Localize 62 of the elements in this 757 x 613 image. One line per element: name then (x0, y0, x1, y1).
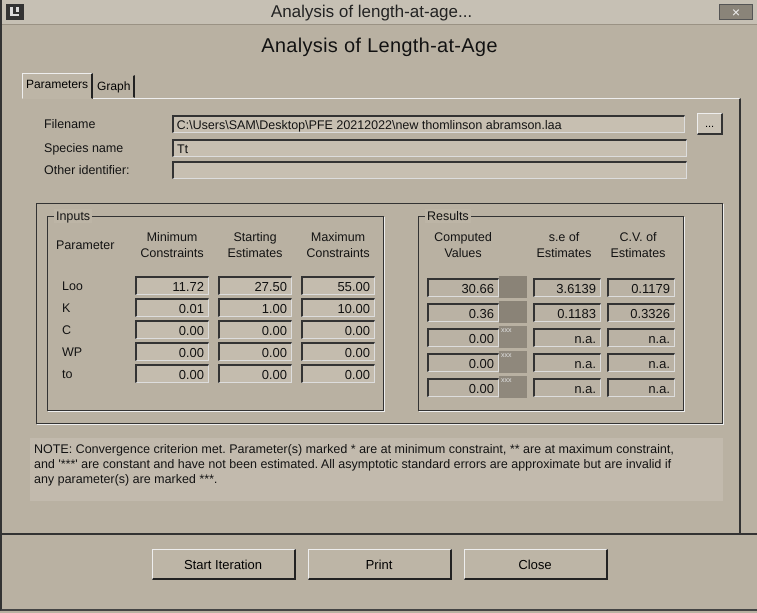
number-field[interactable]: 0.00 (135, 342, 209, 361)
flag-marker (499, 301, 527, 323)
number-field[interactable]: 27.50 (218, 276, 292, 295)
tab[interactable]: Parameters (22, 73, 94, 99)
column-header: Computed Values (433, 229, 493, 261)
text-field[interactable]: Tt (172, 139, 687, 157)
group-title: Results (425, 209, 471, 223)
number-field[interactable]: 1.00 (218, 298, 292, 317)
dialog-button[interactable]: Print (308, 549, 452, 580)
parameter-name: to (61, 366, 74, 380)
tab[interactable]: Graph (93, 75, 136, 98)
parameter-name: K (61, 300, 72, 314)
result-field: 0.00 (427, 378, 499, 396)
number-field[interactable]: 11.72 (135, 276, 209, 295)
number-field[interactable]: 10.00 (301, 298, 375, 317)
parameter-name: WP (61, 344, 84, 358)
result-field: 0.1183 (533, 302, 601, 322)
field-label: Filename (44, 117, 96, 131)
result-field: 0.1179 (607, 278, 675, 296)
column-header: Minimum Constraints (139, 229, 205, 261)
number-field[interactable]: 0.00 (301, 364, 375, 383)
number-field[interactable]: 0.00 (218, 342, 292, 361)
group-title: Inputs (54, 209, 92, 223)
field-label: Species name (44, 141, 124, 155)
app-icon (6, 4, 24, 20)
dialog-button[interactable]: Close (464, 549, 608, 580)
text-field[interactable] (172, 161, 687, 179)
column-header: Parameter (56, 237, 116, 253)
column-header: s.e of Estimates (536, 229, 592, 261)
dialog-heading: Analysis of Length-at-Age (260, 35, 499, 58)
note-text: NOTE: Convergence criterion met. Parameter(s) marked * are at minimum constraint, ** are at maximum constraint, and '***' are constant and have not been estimated. All asymptotic standard errors are approximate but are invalid if any parameter(s) are marked ***. (30, 438, 723, 501)
text-field[interactable]: C:\Users\SAM\Desktop\PFE 20212022\new thomlinson abramson.laa (172, 115, 686, 133)
result-field: n.a. (533, 378, 601, 396)
result-field: 0.3326 (607, 302, 675, 322)
column-header: Maximum Constraints (305, 229, 371, 261)
number-field[interactable]: 0.00 (218, 364, 292, 383)
column-header: Starting Estimates (226, 229, 284, 261)
result-field: n.a. (607, 352, 675, 372)
dialog-button[interactable]: Start Iteration (152, 549, 296, 580)
result-field: n.a. (607, 328, 675, 346)
number-field[interactable]: 0.00 (301, 320, 375, 339)
flag-marker (499, 276, 527, 298)
number-field[interactable]: 0.00 (135, 364, 209, 383)
number-field[interactable]: 0.00 (135, 320, 209, 339)
result-field: 0.36 (427, 302, 499, 322)
result-field: 3.6139 (533, 278, 601, 296)
number-field[interactable]: 0.00 (218, 320, 292, 339)
column-header: C.V. of Estimates (610, 229, 666, 261)
result-field: 0.00 (427, 352, 499, 372)
parameter-name: Loo (61, 278, 84, 292)
result-field: 0.00 (427, 328, 499, 346)
parameter-name: C (61, 322, 72, 336)
browse-button[interactable]: ... (697, 113, 723, 135)
result-field: n.a. (607, 378, 675, 396)
window-title: Analysis of length-at-age... (270, 2, 474, 22)
number-field[interactable]: 55.00 (301, 276, 375, 295)
result-field: 30.66 (427, 278, 499, 296)
number-field[interactable]: 0.01 (135, 298, 209, 317)
result-field: n.a. (533, 352, 601, 372)
number-field[interactable]: 0.00 (301, 342, 375, 361)
field-label: Other identifier: (44, 163, 130, 177)
result-field: n.a. (533, 328, 601, 346)
